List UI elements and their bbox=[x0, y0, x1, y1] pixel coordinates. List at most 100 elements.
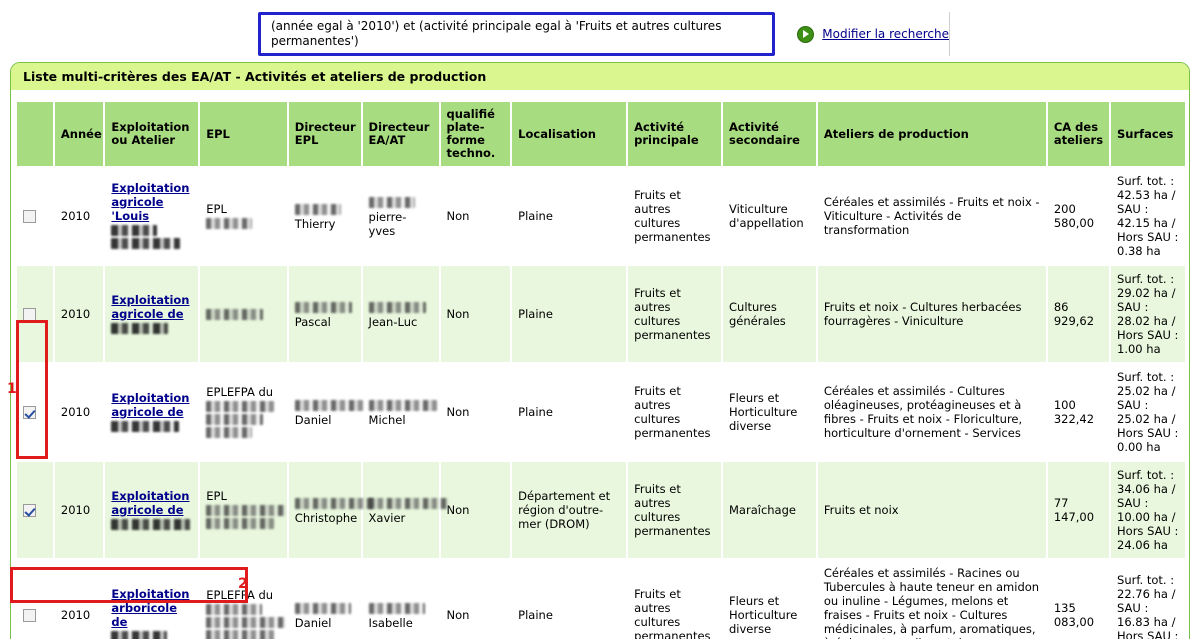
redacted-text bbox=[206, 629, 275, 639]
redacted-text bbox=[111, 420, 180, 432]
cell-surfaces: Surf. tot. : 25.02 ha / SAU : 25.02 ha /… bbox=[1111, 364, 1185, 460]
directeur-epl-firstname: Daniel bbox=[294, 615, 332, 630]
cell-activite-secondaire: Fleurs et Horticulture diverse bbox=[723, 364, 816, 460]
exploitation-link[interactable]: Exploitation arboricole de bbox=[111, 587, 189, 629]
exploitation-link[interactable]: Exploitation agricole de bbox=[111, 391, 189, 419]
redacted-text bbox=[206, 426, 253, 438]
row-select-cell[interactable] bbox=[17, 364, 53, 460]
directeur-epl-firstname: Daniel bbox=[294, 412, 332, 427]
cell-annee: 2010 bbox=[54, 364, 104, 460]
arrow-right-circle-icon bbox=[797, 25, 815, 43]
cell-activite-secondaire: Viticulture d'appellation bbox=[723, 168, 816, 264]
cell-epl bbox=[200, 266, 287, 362]
cell-activite-secondaire: Fleurs et Horticulture diverse bbox=[723, 560, 816, 639]
redacted-text bbox=[368, 301, 426, 313]
exploitation-link[interactable]: Exploitation agricole de bbox=[111, 293, 189, 321]
results-panel: Liste multi-critères des EA/AT - Activit… bbox=[10, 62, 1190, 639]
cell-directeur-epl: Thierry bbox=[288, 168, 361, 264]
cell-ca-ateliers: 86 929,62 bbox=[1047, 266, 1110, 362]
table-row: 2010 Exploitation arboricole de EPLEFPA du… bbox=[17, 560, 1185, 639]
col-epl: EPL bbox=[200, 102, 287, 166]
table-header: Année Exploitation ou Atelier EPL Direct… bbox=[17, 102, 1185, 166]
cell-activite-secondaire: Cultures générales bbox=[723, 266, 816, 362]
col-annee: Année bbox=[54, 102, 104, 166]
col-localisation: Localisation bbox=[512, 102, 627, 166]
cell-directeur-epl: Christophe bbox=[288, 462, 374, 558]
cell-activite-principale: Fruits et autres cultures permanentes bbox=[628, 560, 721, 639]
cell-surfaces: Surf. tot. : 29.02 ha / SAU : 28.02 ha /… bbox=[1111, 266, 1185, 362]
cell-exploitation[interactable]: Exploitation agricole de bbox=[105, 364, 199, 460]
cell-surfaces: Surf. tot. : 42.53 ha / SAU : 42.15 ha /… bbox=[1111, 168, 1185, 264]
cell-ca-ateliers: 135 083,00 bbox=[1047, 560, 1110, 639]
cell-activite-principale: Fruits et autres cultures permanentes bbox=[628, 168, 721, 264]
cell-exploitation[interactable]: Exploitation agricole de bbox=[105, 462, 199, 558]
modify-search-area[interactable]: Modifier la recherche bbox=[775, 12, 950, 56]
redacted-text bbox=[206, 518, 275, 529]
cell-ateliers-production: Fruits et noix - Cultures herbacées four… bbox=[817, 266, 1046, 362]
row-select-cell[interactable] bbox=[17, 168, 53, 264]
row-checkbox[interactable] bbox=[23, 609, 36, 622]
cell-ca-ateliers: 100 322,42 bbox=[1047, 364, 1110, 460]
modify-search-link[interactable]: Modifier la recherche bbox=[822, 27, 949, 41]
cell-qualifie: Non bbox=[440, 462, 511, 558]
redacted-text bbox=[368, 196, 415, 208]
row-checkbox[interactable] bbox=[23, 210, 36, 223]
panel-body: Année Exploitation ou Atelier EPL Direct… bbox=[11, 90, 1189, 639]
panel-title: Liste multi-critères des EA/AT - Activit… bbox=[11, 63, 1189, 90]
redacted-text bbox=[111, 238, 181, 249]
col-activite-principale: Activité principale bbox=[628, 102, 721, 166]
redacted-text bbox=[111, 225, 158, 236]
row-checkbox[interactable] bbox=[23, 308, 36, 321]
table-row: 2010 Exploitation agricole de Pascal Jean-L… bbox=[17, 266, 1185, 362]
col-activite-secondaire: Activité secondaire bbox=[723, 102, 816, 166]
cell-epl: EPLEFPA du bbox=[200, 560, 287, 639]
epl-text: EPLEFPA du bbox=[206, 587, 274, 602]
row-select-cell[interactable] bbox=[17, 266, 53, 362]
cell-epl: EPLEFPA du bbox=[200, 364, 287, 460]
redacted-text bbox=[294, 497, 374, 509]
cell-directeur-epl: Daniel bbox=[288, 560, 361, 639]
cell-surfaces: Surf. tot. : 34.06 ha / SAU : 10.00 ha /… bbox=[1111, 462, 1185, 558]
col-directeur-eaat: Directeur EA/AT bbox=[362, 102, 439, 166]
row-checkbox[interactable] bbox=[23, 406, 36, 419]
cell-annee: 2010 bbox=[54, 462, 104, 558]
cell-ateliers-production: Fruits et noix bbox=[817, 462, 1046, 558]
col-ateliers-production: Ateliers de production bbox=[817, 102, 1046, 166]
table-row: 2010 Exploitation agricole de EPL Christoph… bbox=[17, 462, 1185, 558]
row-checkbox[interactable] bbox=[23, 504, 36, 517]
cell-exploitation[interactable]: Exploitation arboricole de bbox=[105, 560, 199, 639]
exploitation-link[interactable]: Exploitation agricole 'Louis bbox=[111, 181, 189, 223]
search-criteria-bar: (année egal à '2010') et (activité princ… bbox=[258, 12, 950, 56]
redacted-text bbox=[294, 602, 351, 614]
row-select-cell[interactable] bbox=[17, 560, 53, 639]
directeur-eaat-firstname: Michel bbox=[368, 412, 406, 427]
directeur-epl-firstname: Pascal bbox=[294, 314, 331, 329]
cell-activite-secondaire: Maraîchage bbox=[723, 462, 816, 558]
cell-exploitation[interactable]: Exploitation agricole 'Louis bbox=[105, 168, 199, 264]
cell-qualifie: Non bbox=[440, 560, 511, 639]
cell-ca-ateliers: 77 147,00 bbox=[1047, 462, 1110, 558]
table-row: 2010 Exploitation agricole 'Louis EPL Thier… bbox=[17, 168, 1185, 264]
col-select bbox=[17, 102, 53, 166]
table-row: 2010 Exploitation agricole de EPLEFPA du Da… bbox=[17, 364, 1185, 460]
col-qualifie-plateforme: qualifié plate-forme techno. bbox=[440, 102, 511, 166]
cell-epl: EPL bbox=[200, 462, 287, 558]
cell-ateliers-production: Céréales et assimilés - Cultures oléagin… bbox=[817, 364, 1046, 460]
cell-qualifie: Non bbox=[440, 266, 511, 362]
exploitation-link[interactable]: Exploitation agricole de bbox=[111, 489, 189, 517]
redacted-text bbox=[206, 400, 275, 412]
cell-directeur-eaat: pierre-yves bbox=[362, 168, 439, 264]
redacted-text bbox=[294, 301, 352, 313]
cell-localisation: Plaine bbox=[512, 364, 627, 460]
epl-text: EPLEFPA du bbox=[206, 384, 274, 399]
cell-exploitation[interactable]: Exploitation agricole de bbox=[105, 266, 199, 362]
directeur-eaat-firstname: pierre-yves bbox=[368, 209, 407, 238]
redacted-text bbox=[206, 217, 253, 229]
cell-localisation: Plaine bbox=[512, 560, 627, 639]
redacted-text bbox=[206, 413, 264, 425]
cell-directeur-eaat: Isabelle bbox=[362, 560, 439, 639]
table-body: 2010 Exploitation agricole 'Louis EPL Thier… bbox=[17, 168, 1185, 639]
redacted-text bbox=[368, 497, 448, 509]
col-surfaces: Surfaces bbox=[1111, 102, 1185, 166]
row-select-cell[interactable] bbox=[17, 462, 53, 558]
